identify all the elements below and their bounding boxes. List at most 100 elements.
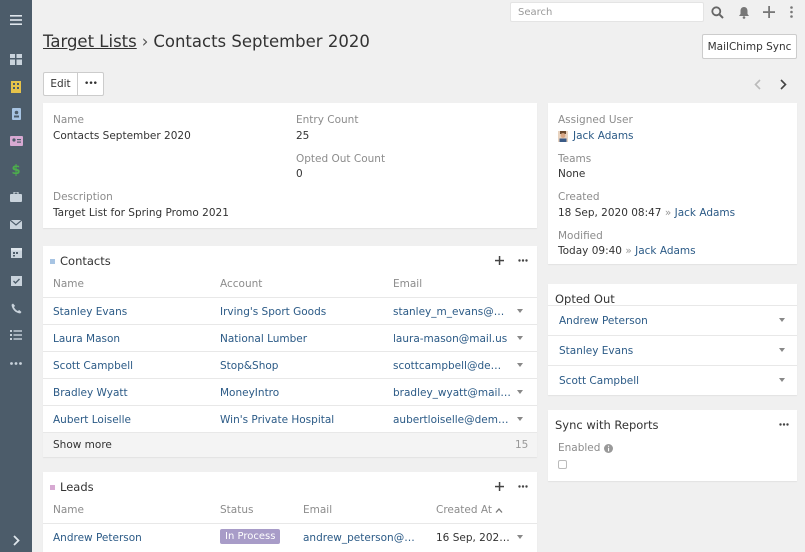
opted-out-panel-title: Opted Out xyxy=(555,292,615,306)
list-icon[interactable] xyxy=(0,323,32,347)
row-dropdown-icon[interactable] xyxy=(517,390,523,394)
calls-icon[interactable] xyxy=(0,296,32,320)
leads-col-email[interactable]: Email xyxy=(303,504,332,516)
breadcrumb-separator: › xyxy=(141,32,149,51)
contact-email-link[interactable]: stanley_m_evans@mail.com xyxy=(393,306,511,318)
email-icon[interactable] xyxy=(0,212,32,236)
contact-name-link[interactable]: Scott Campbell xyxy=(53,360,213,372)
opted-out-count-value: 0 xyxy=(296,168,303,180)
contact-account-link[interactable]: Stop&Shop xyxy=(220,360,385,372)
contact-account-link[interactable]: National Lumber xyxy=(220,333,385,345)
breadcrumb-target-lists[interactable]: Target Lists xyxy=(43,32,137,51)
info-icon[interactable] xyxy=(604,443,614,453)
top-bar xyxy=(32,0,805,24)
page-title: Target Lists › Contacts September 2020 xyxy=(43,32,370,51)
leads-more-icon[interactable] xyxy=(516,479,530,493)
opportunities-icon[interactable]: $ xyxy=(0,157,32,181)
contact-account-link[interactable]: Irving's Sport Goods xyxy=(220,306,385,318)
name-label: Name xyxy=(53,114,84,126)
list-item: Stanley Evans xyxy=(548,335,797,365)
contact-name-link[interactable]: Stanley Evans xyxy=(53,306,213,318)
contacts-more-icon[interactable] xyxy=(516,253,530,267)
contact-email-link[interactable]: bradley_wyatt@mail.com xyxy=(393,387,511,399)
row-dropdown-icon[interactable] xyxy=(517,417,523,421)
row-dropdown-icon[interactable] xyxy=(517,363,523,367)
row-dropdown-icon[interactable] xyxy=(517,309,523,313)
leads-col-created-at[interactable]: Created At xyxy=(436,504,503,516)
modified-separator: » xyxy=(625,245,632,257)
list-item: Andrew Peterson xyxy=(548,305,797,335)
contact-email-link[interactable]: laura-mason@mail.us xyxy=(393,333,511,345)
name-value: Contacts September 2020 xyxy=(53,130,191,142)
dashboard-icon[interactable] xyxy=(0,47,32,71)
contact-email-link[interactable]: aubertloiselle@demo.com xyxy=(393,414,511,426)
menu-icon[interactable] xyxy=(0,8,32,32)
table-row: Laura Mason National Lumber laura-mason@… xyxy=(43,324,537,351)
contacts-icon[interactable] xyxy=(0,102,32,126)
show-more-link[interactable]: Show more xyxy=(53,439,112,451)
contact-name-link[interactable]: Laura Mason xyxy=(53,333,213,345)
contacts-title-text: Contacts xyxy=(60,254,111,268)
search-input[interactable] xyxy=(510,2,704,22)
show-more-row[interactable]: Show more 15 xyxy=(43,432,537,457)
created-by-link[interactable]: Jack Adams xyxy=(675,207,736,219)
opted-out-link[interactable]: Scott Campbell xyxy=(559,375,639,387)
mailchimp-sync-button[interactable]: MailChimp Sync xyxy=(702,34,797,59)
more-icon[interactable] xyxy=(0,351,32,375)
row-dropdown-icon[interactable] xyxy=(517,535,523,539)
enabled-label: Enabled xyxy=(558,442,614,454)
tasks-icon[interactable] xyxy=(0,268,32,292)
contact-account-link[interactable]: MoneyIntro xyxy=(220,387,385,399)
table-row: Bradley Wyatt MoneyIntro bradley_wyatt@m… xyxy=(43,378,537,405)
description-value: Target List for Spring Promo 2021 xyxy=(53,207,229,219)
search-icon[interactable] xyxy=(709,4,725,20)
accounts-icon[interactable] xyxy=(0,75,32,99)
lead-email-link[interactable]: andrew_peterson@demo.com xyxy=(303,532,420,544)
contact-name-link[interactable]: Bradley Wyatt xyxy=(53,387,213,399)
opted-out-count-label: Opted Out Count xyxy=(296,153,386,165)
assigned-user-link[interactable]: Jack Adams xyxy=(573,130,634,142)
contacts-total-count: 15 xyxy=(515,439,529,451)
contacts-panel: Contacts Name Account Email Stanley Evan… xyxy=(43,246,537,457)
row-dropdown-icon[interactable] xyxy=(517,336,523,340)
edit-button[interactable]: Edit xyxy=(43,72,78,96)
contacts-col-email[interactable]: Email xyxy=(393,278,422,290)
more-actions-button[interactable]: ••• xyxy=(78,72,104,96)
previous-record-icon[interactable] xyxy=(749,76,765,92)
row-dropdown-icon[interactable] xyxy=(779,378,785,382)
cases-icon[interactable] xyxy=(0,185,32,209)
created-separator: » xyxy=(664,207,672,219)
opted-out-link[interactable]: Stanley Evans xyxy=(559,345,633,357)
contacts-col-account[interactable]: Account xyxy=(220,278,262,290)
list-item: Scott Campbell xyxy=(548,365,797,395)
leads-col-created-at-text: Created At xyxy=(436,504,493,516)
sort-asc-icon xyxy=(495,507,503,513)
modified-by-link[interactable]: Jack Adams xyxy=(635,245,696,257)
calendar-icon[interactable] xyxy=(0,240,32,264)
kebab-menu-icon[interactable] xyxy=(783,4,799,20)
details-panel: Name Contacts September 2020 Entry Count… xyxy=(43,103,537,228)
expand-icon[interactable] xyxy=(0,528,32,552)
lead-name-link[interactable]: Andrew Peterson xyxy=(53,532,213,544)
leads-col-name[interactable]: Name xyxy=(53,504,84,516)
contacts-add-icon[interactable] xyxy=(492,253,506,267)
contact-account-link[interactable]: Win's Private Hospital xyxy=(220,414,385,426)
next-record-icon[interactable] xyxy=(775,76,791,92)
created-label: Created xyxy=(558,191,600,203)
sync-reports-panel: Sync with Reports Enabled xyxy=(548,410,797,481)
contacts-col-name[interactable]: Name xyxy=(53,278,84,290)
opted-out-link[interactable]: Andrew Peterson xyxy=(559,315,648,327)
contact-email-link[interactable]: scottcampbell@demo.com xyxy=(393,360,511,372)
plus-icon[interactable] xyxy=(761,4,777,20)
row-dropdown-icon[interactable] xyxy=(779,318,785,322)
contact-name-link[interactable]: Aubert Loiselle xyxy=(53,414,213,426)
notifications-bell-icon[interactable] xyxy=(736,4,752,20)
row-dropdown-icon[interactable] xyxy=(779,348,785,352)
sync-more-icon[interactable] xyxy=(777,417,791,431)
leads-col-status[interactable]: Status xyxy=(220,504,253,516)
description-label: Description xyxy=(53,191,113,203)
leads-icon[interactable] xyxy=(0,129,32,153)
enabled-checkbox[interactable] xyxy=(558,460,567,469)
lead-created-at: 16 Sep, 2020 09:12 xyxy=(436,532,510,544)
leads-add-icon[interactable] xyxy=(492,479,506,493)
